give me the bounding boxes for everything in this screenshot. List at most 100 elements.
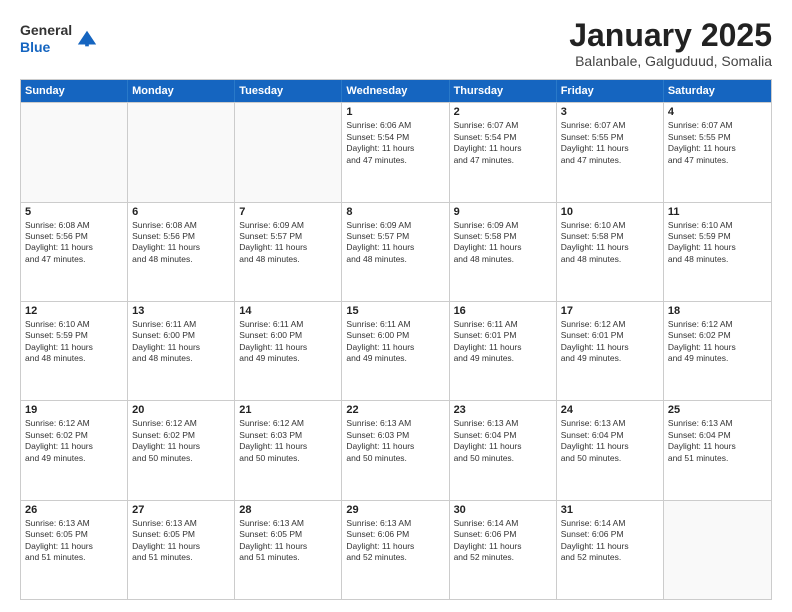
cell-info-line: Daylight: 11 hours [668, 143, 767, 154]
calendar-cell: 12Sunrise: 6:10 AMSunset: 5:59 PMDayligh… [21, 302, 128, 400]
cell-info-line: Daylight: 11 hours [239, 441, 337, 452]
cell-info-line: Sunset: 6:01 PM [454, 330, 552, 341]
cell-info-line: Sunset: 6:06 PM [346, 529, 444, 540]
calendar-cell: 8Sunrise: 6:09 AMSunset: 5:57 PMDaylight… [342, 203, 449, 301]
cell-info-line: Daylight: 11 hours [25, 342, 123, 353]
cell-info-line: Sunrise: 6:08 AM [132, 220, 230, 231]
calendar-body: 1Sunrise: 6:06 AMSunset: 5:54 PMDaylight… [21, 102, 771, 599]
day-number: 21 [239, 404, 337, 416]
calendar-cell: 1Sunrise: 6:06 AMSunset: 5:54 PMDaylight… [342, 103, 449, 201]
cell-info-line: Sunrise: 6:13 AM [561, 418, 659, 429]
cell-info-line: Sunset: 6:06 PM [561, 529, 659, 540]
day-number: 19 [25, 404, 123, 416]
cell-info-line: Daylight: 11 hours [454, 342, 552, 353]
calendar-cell: 18Sunrise: 6:12 AMSunset: 6:02 PMDayligh… [664, 302, 771, 400]
calendar-cell: 27Sunrise: 6:13 AMSunset: 6:05 PMDayligh… [128, 501, 235, 599]
cell-info-line: Sunset: 6:05 PM [25, 529, 123, 540]
cell-info-line: Sunset: 5:54 PM [346, 132, 444, 143]
cell-info-line: Sunrise: 6:14 AM [561, 518, 659, 529]
location: Balanbale, Galguduud, Somalia [569, 53, 772, 69]
cell-info-line: Sunset: 6:04 PM [454, 430, 552, 441]
cell-info-line: and 52 minutes. [454, 552, 552, 563]
day-number: 11 [668, 206, 767, 218]
calendar-cell [21, 103, 128, 201]
logo-general: General [20, 22, 72, 38]
cell-info-line: Sunrise: 6:06 AM [346, 120, 444, 131]
cell-info-line: Sunset: 5:56 PM [25, 231, 123, 242]
cell-info-line: Daylight: 11 hours [346, 541, 444, 552]
calendar-cell: 31Sunrise: 6:14 AMSunset: 6:06 PMDayligh… [557, 501, 664, 599]
weekday-header: Tuesday [235, 80, 342, 102]
cell-info-line: and 49 minutes. [561, 353, 659, 364]
cell-info-line: Sunrise: 6:09 AM [454, 220, 552, 231]
cell-info-line: Sunrise: 6:13 AM [239, 518, 337, 529]
title-block: January 2025 Balanbale, Galguduud, Somal… [569, 18, 772, 69]
cell-info-line: Daylight: 11 hours [239, 541, 337, 552]
cell-info-line: Sunrise: 6:10 AM [25, 319, 123, 330]
cell-info-line: Sunset: 6:03 PM [239, 430, 337, 441]
calendar-cell: 26Sunrise: 6:13 AMSunset: 6:05 PMDayligh… [21, 501, 128, 599]
cell-info-line: and 49 minutes. [454, 353, 552, 364]
month-title: January 2025 [569, 18, 772, 53]
calendar-cell: 20Sunrise: 6:12 AMSunset: 6:02 PMDayligh… [128, 401, 235, 499]
cell-info-line: and 48 minutes. [25, 353, 123, 364]
cell-info-line: Sunrise: 6:10 AM [561, 220, 659, 231]
calendar-cell: 3Sunrise: 6:07 AMSunset: 5:55 PMDaylight… [557, 103, 664, 201]
cell-info-line: Daylight: 11 hours [454, 242, 552, 253]
cell-info-line: Daylight: 11 hours [132, 441, 230, 452]
day-number: 9 [454, 206, 552, 218]
day-number: 12 [25, 305, 123, 317]
cell-info-line: Sunset: 6:05 PM [132, 529, 230, 540]
cell-info-line: Daylight: 11 hours [25, 441, 123, 452]
cell-info-line: Daylight: 11 hours [668, 441, 767, 452]
cell-info-line: Sunset: 6:04 PM [561, 430, 659, 441]
calendar-cell: 6Sunrise: 6:08 AMSunset: 5:56 PMDaylight… [128, 203, 235, 301]
cell-info-line: Sunrise: 6:11 AM [132, 319, 230, 330]
day-number: 30 [454, 504, 552, 516]
cell-info-line: Sunset: 6:06 PM [454, 529, 552, 540]
cell-info-line: Sunset: 6:02 PM [132, 430, 230, 441]
cell-info-line: Sunset: 5:59 PM [668, 231, 767, 242]
calendar-row: 12Sunrise: 6:10 AMSunset: 5:59 PMDayligh… [21, 301, 771, 400]
cell-info-line: Daylight: 11 hours [454, 541, 552, 552]
calendar-cell: 14Sunrise: 6:11 AMSunset: 6:00 PMDayligh… [235, 302, 342, 400]
cell-info-line: Sunrise: 6:11 AM [454, 319, 552, 330]
calendar-cell: 17Sunrise: 6:12 AMSunset: 6:01 PMDayligh… [557, 302, 664, 400]
logo-blue: Blue [20, 39, 50, 55]
cell-info-line: Sunrise: 6:14 AM [454, 518, 552, 529]
cell-info-line: and 48 minutes. [132, 254, 230, 265]
cell-info-line: Sunrise: 6:12 AM [561, 319, 659, 330]
calendar-row: 5Sunrise: 6:08 AMSunset: 5:56 PMDaylight… [21, 202, 771, 301]
cell-info-line: Daylight: 11 hours [561, 143, 659, 154]
cell-info-line: Daylight: 11 hours [668, 342, 767, 353]
cell-info-line: Daylight: 11 hours [132, 342, 230, 353]
cell-info-line: Sunrise: 6:12 AM [668, 319, 767, 330]
day-number: 17 [561, 305, 659, 317]
cell-info-line: and 50 minutes. [132, 453, 230, 464]
weekday-header: Wednesday [342, 80, 449, 102]
cell-info-line: and 52 minutes. [561, 552, 659, 563]
cell-info-line: Daylight: 11 hours [454, 143, 552, 154]
calendar-cell: 10Sunrise: 6:10 AMSunset: 5:58 PMDayligh… [557, 203, 664, 301]
calendar-cell: 5Sunrise: 6:08 AMSunset: 5:56 PMDaylight… [21, 203, 128, 301]
day-number: 23 [454, 404, 552, 416]
day-number: 25 [668, 404, 767, 416]
weekday-header: Thursday [450, 80, 557, 102]
cell-info-line: and 50 minutes. [346, 453, 444, 464]
cell-info-line: Daylight: 11 hours [561, 242, 659, 253]
cell-info-line: and 47 minutes. [454, 155, 552, 166]
cell-info-line: and 47 minutes. [668, 155, 767, 166]
cell-info-line: Sunset: 5:57 PM [346, 231, 444, 242]
calendar-row: 26Sunrise: 6:13 AMSunset: 6:05 PMDayligh… [21, 500, 771, 599]
calendar-cell: 30 Sunrise: 6:14 AMSunset: 6:06 PMDayligh… [450, 501, 557, 599]
cell-info-line: Sunset: 6:00 PM [239, 330, 337, 341]
cell-info-line: Daylight: 11 hours [132, 242, 230, 253]
cell-info-line: Daylight: 11 hours [346, 342, 444, 353]
cell-info-line: Sunrise: 6:07 AM [668, 120, 767, 131]
calendar-cell [664, 501, 771, 599]
calendar-cell: 24Sunrise: 6:13 AMSunset: 6:04 PMDayligh… [557, 401, 664, 499]
cell-info-line: and 52 minutes. [346, 552, 444, 563]
calendar-row: 19Sunrise: 6:12 AMSunset: 6:02 PMDayligh… [21, 400, 771, 499]
cell-info-line: Sunrise: 6:13 AM [25, 518, 123, 529]
cell-info-line: and 48 minutes. [132, 353, 230, 364]
